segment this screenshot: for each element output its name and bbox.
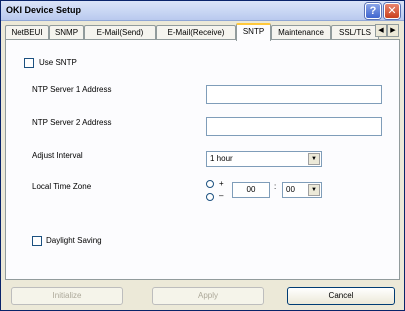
title-bar[interactable]: OKI Device Setup ? ✕ xyxy=(1,1,404,21)
use-sntp-checkbox[interactable] xyxy=(24,58,34,68)
tab-email-receive[interactable]: E-Mail(Receive) xyxy=(156,25,236,40)
tab-maintenance[interactable]: Maintenance xyxy=(271,25,331,40)
ntp-server-2-input[interactable] xyxy=(206,117,382,136)
chevron-down-icon[interactable]: ▼ xyxy=(308,184,320,196)
tab-strip: NetBEUI SNMP E-Mail(Send) E-Mail(Receive… xyxy=(5,23,400,41)
timezone-minutes-value: 00 xyxy=(286,185,295,194)
window-title: OKI Device Setup xyxy=(6,5,82,15)
use-sntp-label: Use SNTP xyxy=(39,58,77,67)
tab-snmp[interactable]: SNMP xyxy=(49,25,84,40)
timezone-minus-label: – xyxy=(219,191,224,200)
tab-email-send[interactable]: E-Mail(Send) xyxy=(84,25,156,40)
sntp-panel: Use SNTP NTP Server 1 Address NTP Server… xyxy=(5,39,400,280)
help-button[interactable]: ? xyxy=(365,3,381,19)
timezone-plus-radio[interactable] xyxy=(206,180,214,188)
tab-scroll-right-icon[interactable]: ▶ xyxy=(387,24,399,37)
daylight-saving-label: Daylight Saving xyxy=(46,236,102,245)
timezone-plus-label: + xyxy=(219,179,224,188)
adjust-interval-label: Adjust Interval xyxy=(32,151,83,160)
chevron-down-icon[interactable]: ▼ xyxy=(308,153,320,165)
dialog-window: OKI Device Setup ? ✕ NetBEUI SNMP E-Mail… xyxy=(0,0,405,311)
adjust-interval-select[interactable]: 1 hour ▼ xyxy=(206,151,322,167)
cancel-button[interactable]: Cancel xyxy=(287,287,395,305)
daylight-saving-checkbox[interactable] xyxy=(32,236,42,246)
timezone-hours-input[interactable]: 00 xyxy=(232,182,270,198)
local-time-zone-label: Local Time Zone xyxy=(32,182,92,191)
initialize-button[interactable]: Initialize xyxy=(11,287,123,305)
timezone-separator: : xyxy=(274,182,277,191)
timezone-minus-radio[interactable] xyxy=(206,193,214,201)
ntp-server-1-label: NTP Server 1 Address xyxy=(32,85,112,94)
adjust-interval-value: 1 hour xyxy=(210,154,233,163)
tab-netbeui[interactable]: NetBEUI xyxy=(5,25,49,40)
ntp-server-1-input[interactable] xyxy=(206,85,382,104)
tab-scroll-left-icon[interactable]: ◀ xyxy=(375,24,387,37)
apply-button[interactable]: Apply xyxy=(152,287,264,305)
close-button[interactable]: ✕ xyxy=(384,3,400,19)
tab-sntp[interactable]: SNTP xyxy=(236,23,271,41)
tab-ssl-tls[interactable]: SSL/TLS xyxy=(331,25,379,40)
timezone-minutes-select[interactable]: 00 ▼ xyxy=(282,182,322,198)
ntp-server-2-label: NTP Server 2 Address xyxy=(32,118,112,127)
